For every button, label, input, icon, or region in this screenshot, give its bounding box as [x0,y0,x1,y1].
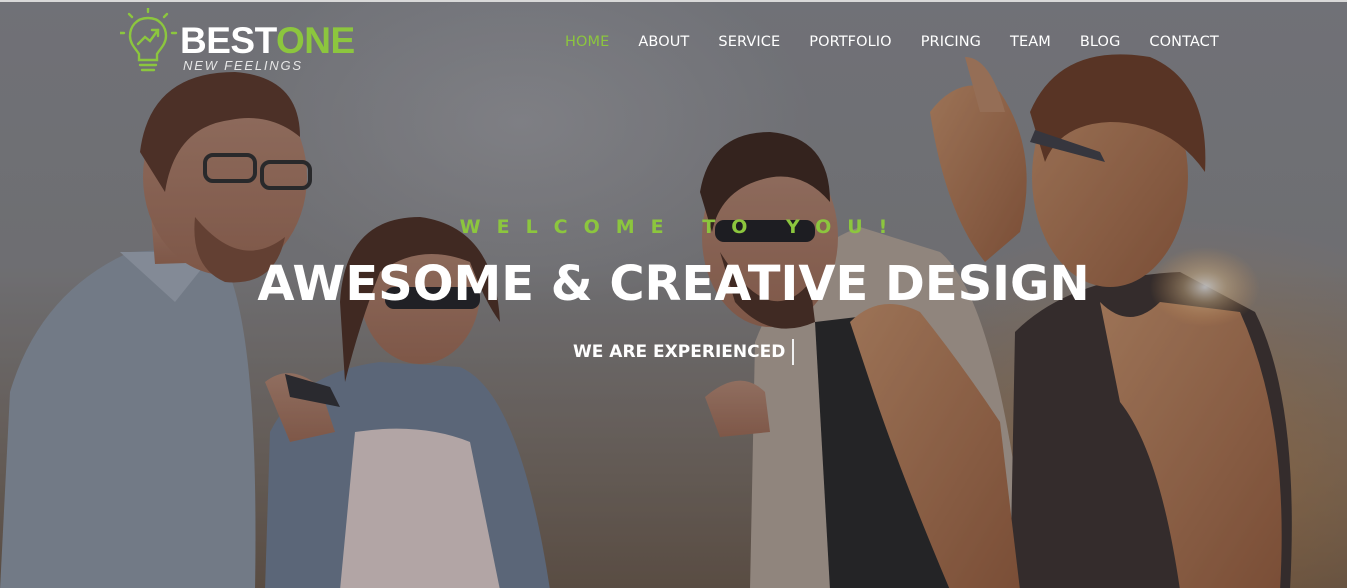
hero-subline-text: WE ARE EXPERIENCED [573,342,786,362]
hero-section: BESTONE NEW FEELINGS HOME ABOUT SERVICE … [0,0,1347,588]
typing-cursor [792,339,795,365]
nav-about[interactable]: ABOUT [638,34,689,50]
lightbulb-growth-icon [120,8,178,72]
nav-team[interactable]: TEAM [1010,34,1051,50]
nav-home[interactable]: HOME [565,34,609,50]
brand-name: BESTONE [180,22,355,60]
main-nav: HOME ABOUT SERVICE PORTFOLIO PRICING TEA… [565,34,1219,50]
nav-service[interactable]: SERVICE [718,34,780,50]
hero-headline: AWESOME & CREATIVE DESIGN [257,256,1090,312]
brand-logo[interactable]: BESTONE NEW FEELINGS [120,8,360,74]
nav-contact[interactable]: CONTACT [1149,34,1218,50]
brand-name-part2: ONE [276,20,355,61]
hero-welcome-text: WELCOME TO YOU! [459,216,904,238]
hero-typed-subline: WE ARE EXPERIENCED [573,339,795,365]
nav-pricing[interactable]: PRICING [921,34,981,50]
nav-blog[interactable]: BLOG [1080,34,1121,50]
brand-name-part1: BEST [180,20,277,61]
brand-tagline: NEW FEELINGS [183,58,303,73]
nav-portfolio[interactable]: PORTFOLIO [809,34,891,50]
